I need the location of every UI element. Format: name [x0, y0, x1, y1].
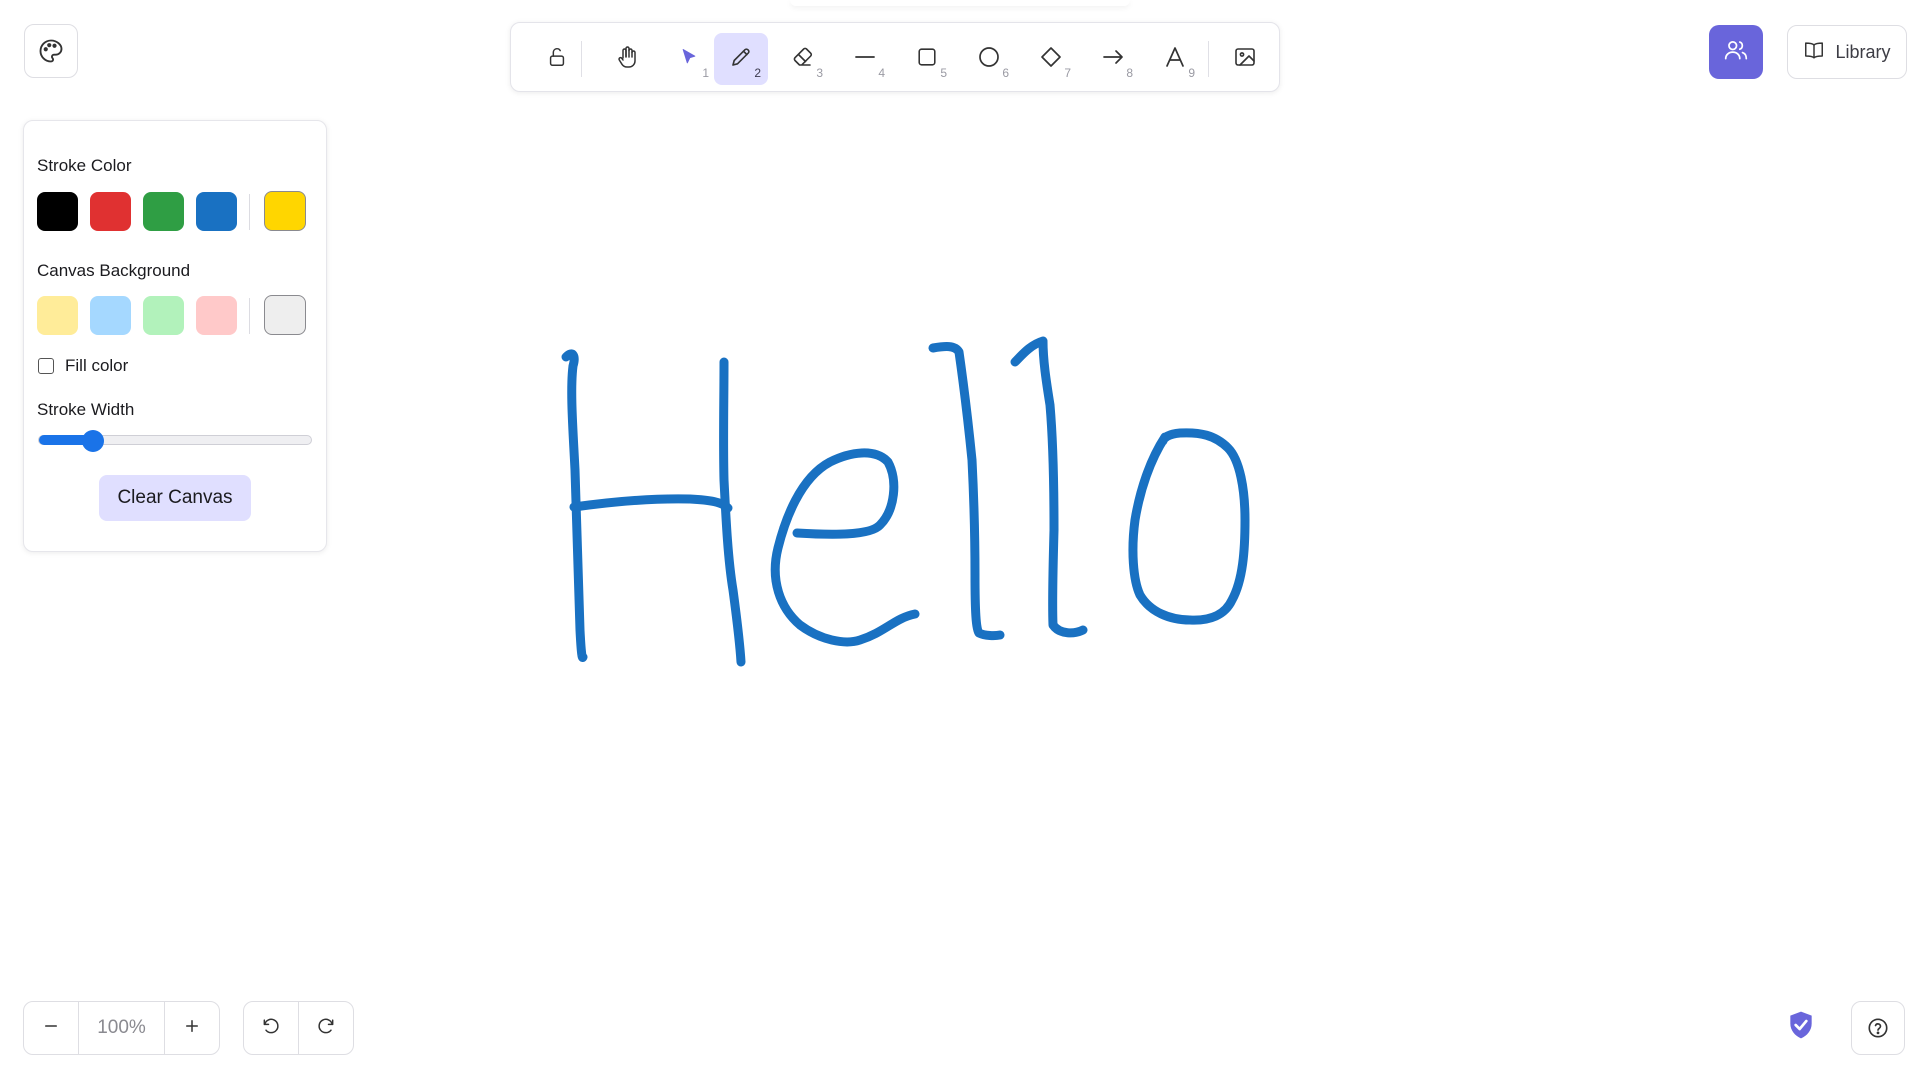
- tool-shortcut-key: 8: [1126, 66, 1133, 80]
- tool-shortcut-key: 2: [754, 66, 761, 80]
- stroke-width-slider-thumb[interactable]: [82, 430, 105, 452]
- tool-shortcut-key: 5: [940, 66, 947, 80]
- tool-shortcut-key: 1: [702, 66, 709, 80]
- stroke-current-color[interactable]: [264, 191, 306, 231]
- tool-shortcut-key: 9: [1188, 66, 1195, 80]
- fill-color-checkbox[interactable]: [38, 358, 54, 374]
- main-toolbar: 1 2 3 4 5 6 7 8 9: [510, 22, 1280, 92]
- zoom-level: 100%: [78, 1002, 164, 1054]
- whiteboard-canvas[interactable]: 1 2 3 4 5 6 7 8 9 Library Stroke Color C…: [0, 0, 1920, 1080]
- line-icon: [853, 45, 877, 74]
- swatch-divider: [249, 194, 250, 230]
- tool-shortcut-key: 6: [1002, 66, 1009, 80]
- users-icon: [1723, 37, 1749, 68]
- pencil-icon: [729, 45, 753, 74]
- stroke-color-label: Stroke Color: [37, 156, 132, 175]
- eraser-icon: [791, 45, 815, 74]
- zoom-controls: 100%: [23, 1001, 220, 1055]
- collaborate-button[interactable]: [1709, 25, 1763, 79]
- fill-color-label: Fill color: [65, 356, 129, 375]
- stroke-swatch-blue[interactable]: [196, 192, 237, 231]
- zoom-out-button[interactable]: [24, 1002, 78, 1054]
- text-icon: [1163, 45, 1187, 74]
- stroke-swatch-black[interactable]: [37, 192, 78, 231]
- tool-shortcut-key: 7: [1064, 66, 1071, 80]
- redo-button[interactable]: [298, 1002, 353, 1054]
- redo-icon: [316, 1016, 336, 1041]
- background-swatch-blue[interactable]: [90, 296, 131, 335]
- hand-icon: [615, 45, 639, 74]
- background-swatch-pink[interactable]: [196, 296, 237, 335]
- stroke-o: [1128, 428, 1250, 625]
- stroke-swatch-red[interactable]: [90, 192, 131, 231]
- diamond-tool-button[interactable]: 7: [1024, 33, 1078, 85]
- draw-tool-button[interactable]: 2: [714, 33, 768, 85]
- rectangle-icon: [916, 46, 938, 73]
- selection-tool-button[interactable]: 1: [662, 33, 716, 85]
- toolbar-divider: [1208, 41, 1209, 77]
- hand-tool-button[interactable]: [600, 33, 654, 85]
- lock-tool-button[interactable]: [530, 33, 584, 85]
- toolbar-divider: [581, 41, 582, 77]
- properties-panel: Stroke Color Canvas Background Fill colo…: [23, 120, 327, 552]
- arrow-icon: [1101, 45, 1125, 74]
- history-controls: [243, 1001, 354, 1055]
- toolbar-top-edge: [790, 0, 1130, 6]
- cursor-icon: [679, 47, 699, 72]
- swatch-divider: [249, 298, 250, 334]
- stroke-swatch-green[interactable]: [143, 192, 184, 231]
- image-icon: [1233, 45, 1257, 74]
- tool-shortcut-key: 3: [816, 66, 823, 80]
- minus-icon: [42, 1017, 60, 1040]
- rectangle-tool-button[interactable]: 5: [900, 33, 954, 85]
- encryption-badge[interactable]: [1783, 1009, 1819, 1045]
- background-current-color[interactable]: [264, 295, 306, 335]
- background-swatch-green[interactable]: [143, 296, 184, 335]
- palette-button[interactable]: [24, 24, 78, 78]
- lock-open-icon: [546, 46, 568, 73]
- stroke-l1: [928, 342, 1005, 641]
- eraser-tool-button[interactable]: 3: [776, 33, 830, 85]
- stroke-l2: [1010, 336, 1088, 638]
- zoom-in-button[interactable]: [163, 1002, 219, 1054]
- clear-canvas-button[interactable]: Clear Canvas: [99, 475, 251, 521]
- help-icon: [1867, 1017, 1889, 1039]
- background-swatch-yellow[interactable]: [37, 296, 78, 335]
- undo-icon: [261, 1016, 281, 1041]
- help-button[interactable]: [1851, 1001, 1905, 1055]
- palette-icon: [37, 37, 65, 65]
- image-tool-button[interactable]: [1218, 33, 1272, 85]
- stroke-width-label: Stroke Width: [37, 400, 135, 419]
- text-tool-button[interactable]: 9: [1148, 33, 1202, 85]
- line-tool-button[interactable]: 4: [838, 33, 892, 85]
- shield-check-icon: [1785, 1009, 1817, 1046]
- canvas-background-label: Canvas Background: [37, 261, 191, 280]
- stroke-h-bar: [569, 494, 733, 513]
- undo-button[interactable]: [244, 1002, 298, 1054]
- ellipse-tool-button[interactable]: 6: [962, 33, 1016, 85]
- stroke-width-slider[interactable]: [38, 430, 312, 452]
- book-icon: [1803, 39, 1825, 66]
- library-button[interactable]: Library: [1787, 25, 1907, 79]
- library-label: Library: [1835, 41, 1891, 62]
- plus-icon: [183, 1017, 201, 1040]
- diamond-icon: [1039, 45, 1063, 74]
- stroke-e: [770, 448, 920, 647]
- ellipse-icon: [977, 45, 1001, 74]
- arrow-tool-button[interactable]: 8: [1086, 33, 1140, 85]
- tool-shortcut-key: 4: [878, 66, 885, 80]
